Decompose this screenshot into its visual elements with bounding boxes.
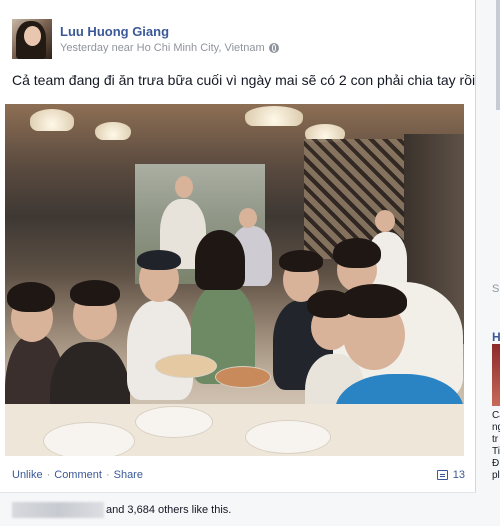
photo-hair	[7, 282, 55, 312]
author-avatar[interactable]	[12, 19, 52, 59]
globe-icon[interactable]	[268, 43, 279, 53]
photo-plate	[43, 422, 135, 456]
photo-hair	[333, 238, 381, 268]
post-actions: Unlike · Comment · Share	[12, 469, 143, 481]
likes-bar: and 3,684 others like this.	[0, 492, 476, 526]
sidebar-thumbnail[interactable]	[492, 344, 500, 406]
news-feed-post: Luu Huong Giang Yesterday near Ho Chi Mi…	[0, 0, 479, 526]
photo-plate	[155, 354, 217, 378]
blurred-names	[12, 502, 104, 518]
likes-summary[interactable]: and 3,684 others like this.	[106, 504, 231, 516]
photo-lamp	[30, 109, 74, 131]
action-separator: ·	[105, 469, 110, 481]
photo-hair	[70, 280, 120, 306]
unlike-link[interactable]: Unlike	[12, 469, 43, 481]
comment-bubble-icon	[436, 470, 448, 480]
comment-link[interactable]: Comment	[54, 469, 102, 481]
photo-cap	[137, 250, 181, 270]
avatar-face	[24, 26, 41, 46]
post-photo[interactable]	[5, 104, 464, 456]
sidebar-text: ng	[492, 422, 500, 433]
author-name[interactable]: Luu Huong Giang	[60, 24, 169, 39]
photo-hair	[195, 230, 245, 290]
share-link[interactable]: Share	[114, 469, 143, 481]
photo-head	[375, 210, 395, 232]
sidebar-text: Ca	[492, 410, 500, 421]
comment-count-value: 13	[452, 469, 465, 481]
post-status-text: Cả team đang đi ăn trưa bữa cuối vì ngày…	[12, 72, 479, 88]
photo-lamp	[245, 106, 303, 126]
comment-count[interactable]: 13	[436, 469, 465, 481]
sidebar-heading: Sp	[492, 283, 500, 295]
sidebar-text: tr	[492, 434, 499, 445]
right-sidebar: Sp H Ca ng tr Ti Đ pl	[476, 0, 500, 526]
photo-hair	[341, 284, 407, 318]
photo-head	[239, 208, 257, 228]
photo-plate	[215, 366, 271, 388]
photo-plate	[245, 420, 331, 454]
photo-head	[175, 176, 193, 198]
scrollbar[interactable]	[496, 0, 500, 110]
photo-hair	[279, 250, 323, 272]
post-timestamp[interactable]: Yesterday near Ho Chi Minh City, Vietnam	[60, 42, 265, 54]
sidebar-text: Đ	[492, 458, 500, 469]
photo-plate	[135, 406, 213, 438]
sidebar-link[interactable]: H	[492, 330, 500, 344]
post-meta: Yesterday near Ho Chi Minh City, Vietnam	[60, 42, 279, 54]
action-separator: ·	[46, 469, 51, 481]
sidebar-text: pl	[492, 470, 500, 481]
photo-lamp	[95, 122, 131, 140]
sidebar-text: Ti	[492, 446, 500, 457]
photo-person	[127, 300, 193, 400]
